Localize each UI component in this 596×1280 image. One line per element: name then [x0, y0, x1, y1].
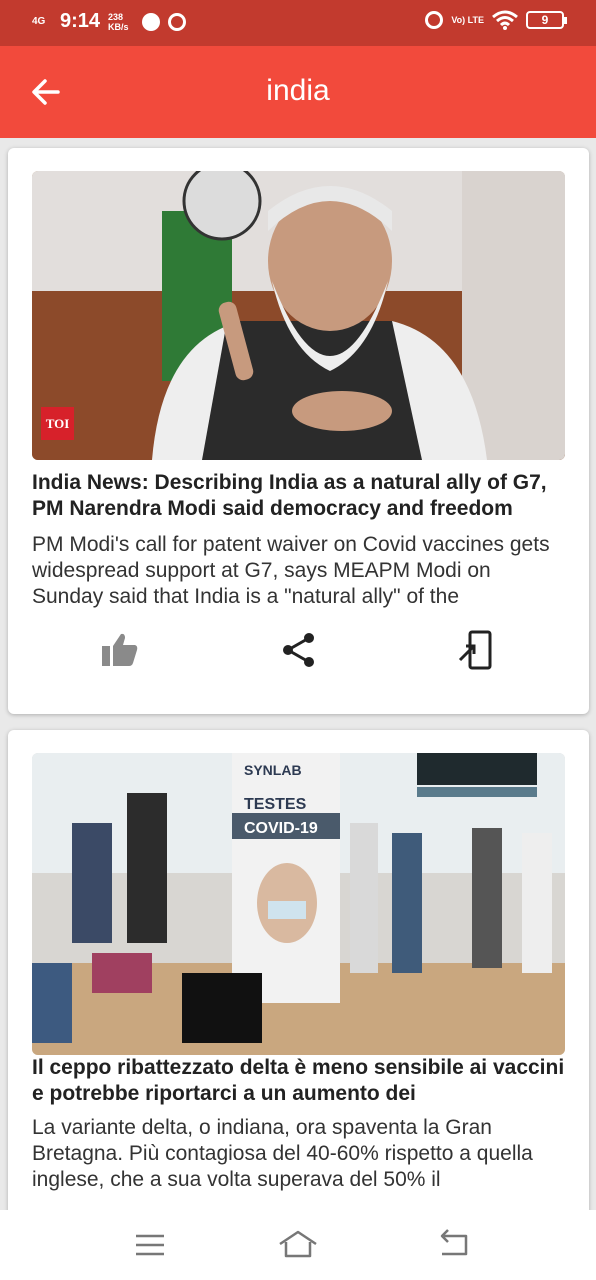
- news-feed[interactable]: TOI India News: Describing India as a na…: [0, 138, 596, 1210]
- image-text-line1: TESTES: [244, 796, 307, 813]
- battery-icon: 9: [526, 11, 567, 29]
- menu-icon[interactable]: [130, 1228, 170, 1262]
- network-indicator: 4G: [32, 15, 46, 27]
- article-image[interactable]: TOI: [32, 171, 565, 460]
- status-left: 4G 9:14 238 KB/s: [32, 10, 187, 33]
- speedometer-icon: [142, 12, 161, 31]
- news-card[interactable]: TOI India News: Describing India as a na…: [8, 148, 589, 714]
- article-summary: La variante delta, o indiana, ora spaven…: [32, 1116, 533, 1191]
- home-icon[interactable]: [278, 1228, 318, 1262]
- back-icon[interactable]: [434, 1228, 474, 1262]
- alarm-icon: [168, 12, 187, 31]
- status-right: Vo) LTE 9: [425, 10, 567, 30]
- source-badge: TOI: [41, 407, 74, 440]
- image-brand-text: SYNLAB: [244, 762, 302, 778]
- volte-indicator: Vo) LTE: [451, 14, 484, 25]
- system-nav-bar: [0, 1210, 596, 1280]
- status-time: 9:14: [60, 10, 101, 32]
- open-in-app-icon[interactable]: [456, 630, 496, 670]
- article-summary: PM Modi's call for patent waiver on Covi…: [32, 533, 550, 608]
- thumb-up-icon[interactable]: [100, 630, 140, 670]
- image-text-line2: COVID-19: [244, 820, 318, 837]
- network-speed: 238 KB/s: [108, 11, 129, 32]
- page-title: india: [266, 74, 330, 107]
- share-icon[interactable]: [279, 630, 319, 670]
- app-bar: india: [0, 46, 596, 138]
- article-actions: [8, 630, 589, 670]
- wifi-icon: [492, 10, 518, 30]
- status-bar: 4G 9:14 238 KB/s Vo) LTE 9: [0, 0, 596, 46]
- alarm-icon: [425, 11, 444, 29]
- article-headline[interactable]: Il ceppo ribattezzato delta è meno sensi…: [32, 1055, 567, 1107]
- article-image[interactable]: SYNLAB TESTES COVID-19: [32, 753, 565, 1055]
- article-headline[interactable]: India News: Describing India as a natura…: [32, 470, 567, 522]
- news-card[interactable]: SYNLAB TESTES COVID-19 Il ceppo ribattez…: [8, 730, 589, 1210]
